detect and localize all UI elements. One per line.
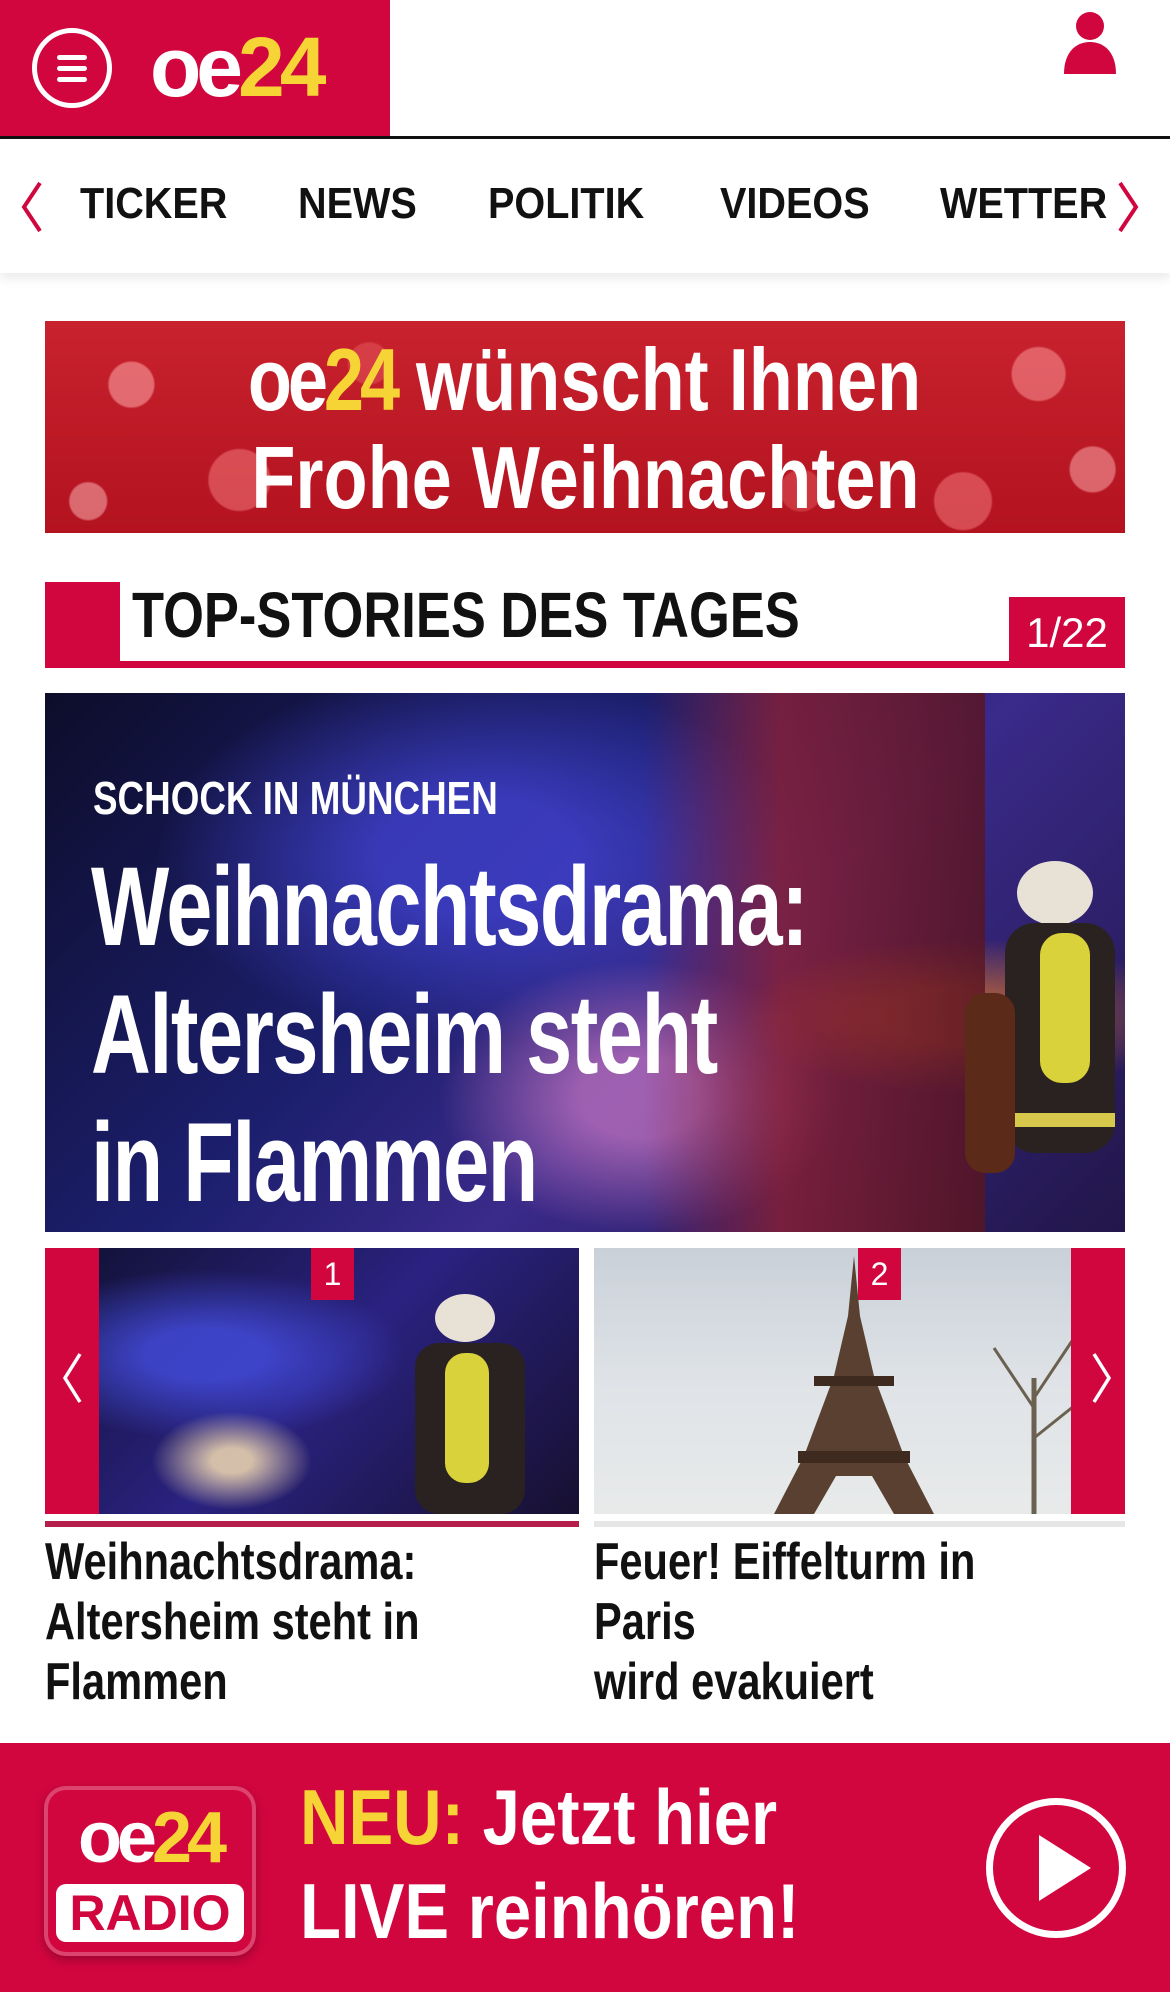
christmas-banner[interactable]: oe24 wünscht Ihnen Frohe Weihnachten bbox=[45, 321, 1125, 533]
play-icon bbox=[1039, 1835, 1091, 1901]
thumb-2-caption[interactable]: Feuer! Eiffelturm in Paris wird evakuier… bbox=[594, 1532, 1055, 1712]
carousel-prev-icon[interactable] bbox=[60, 1350, 84, 1406]
play-button[interactable] bbox=[986, 1798, 1126, 1938]
section-title: TOP-STORIES DES TAGES bbox=[132, 579, 800, 651]
thumb-1-caption[interactable]: Weihnachtsdrama: Altersheim steht in Fla… bbox=[45, 1532, 419, 1712]
thumb-2-bar bbox=[594, 1521, 1125, 1527]
nav-item-wetter[interactable]: WETTER bbox=[940, 179, 1107, 229]
banner-line-2: Frohe Weihnachten bbox=[250, 428, 920, 527]
chevron-left-icon[interactable] bbox=[16, 177, 46, 237]
nav-item-news[interactable]: NEWS bbox=[298, 179, 417, 229]
hamburger-menu-icon[interactable] bbox=[32, 28, 112, 108]
thumb-1-active-bar bbox=[45, 1521, 579, 1527]
section-accent-block bbox=[45, 582, 120, 668]
hero-story[interactable]: SCHOCK IN MÜNCHEN Weihnachtsdrama: Alter… bbox=[45, 693, 1125, 1232]
hero-headline[interactable]: Weihnachtsdrama: Altersheim steht in Fla… bbox=[91, 843, 875, 1227]
user-icon[interactable] bbox=[1060, 10, 1120, 74]
banner-oe24-logo: oe24 bbox=[248, 330, 400, 429]
category-nav: TICKER NEWS POLITIK VIDEOS WETTER bbox=[0, 139, 1170, 273]
oe24-logo[interactable]: oe24 bbox=[150, 22, 326, 112]
radio-logo-label: RADIO bbox=[56, 1884, 244, 1942]
carousel-next-icon[interactable] bbox=[1090, 1350, 1114, 1406]
section-counter-badge: 1/22 bbox=[1009, 597, 1125, 668]
thumb-1-firefighter-image bbox=[415, 1294, 525, 1514]
thumb-2-number-badge: 2 bbox=[858, 1248, 901, 1300]
banner-greeting-text: wünscht Ihnen bbox=[416, 330, 922, 429]
radio-neu-label: NEU: bbox=[300, 1773, 464, 1861]
hero-kicker: SCHOCK IN MÜNCHEN bbox=[93, 772, 498, 824]
thumb-2-eiffel-tower-image bbox=[774, 1256, 934, 1514]
section-underline bbox=[45, 661, 1125, 668]
hero-image-firefighter bbox=[965, 861, 1115, 1173]
chevron-right-icon[interactable] bbox=[1114, 177, 1144, 237]
nav-item-videos[interactable]: VIDEOS bbox=[720, 179, 870, 229]
nav-item-ticker[interactable]: TICKER bbox=[80, 179, 227, 229]
oe24-radio-logo[interactable]: oe24 RADIO bbox=[44, 1786, 256, 1956]
radio-promo-text[interactable]: NEU: Jetzt hier LIVE reinhören! bbox=[300, 1770, 799, 1958]
header-logo-bar: oe24 bbox=[0, 0, 390, 136]
nav-item-politik[interactable]: POLITIK bbox=[488, 179, 644, 229]
banner-line-1: oe24 wünscht Ihnen bbox=[45, 331, 1125, 429]
thumb-1-number-badge: 1 bbox=[311, 1248, 354, 1300]
